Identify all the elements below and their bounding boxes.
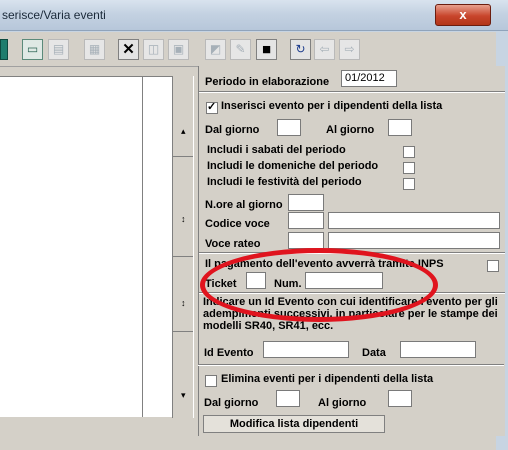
includi-sabati-label: Includi i sabati del periodo — [207, 144, 346, 156]
arrow-down-icon[interactable]: ▾ — [181, 390, 186, 401]
num-field[interactable] — [305, 272, 383, 289]
copy-icon[interactable]: ▤ — [48, 39, 69, 60]
title-bar: serisce/Varia eventi x — [0, 0, 508, 31]
id-evento-label: Id Evento — [204, 347, 254, 359]
grid-icon[interactable]: ▦ — [84, 39, 105, 60]
print-icon[interactable]: ▣ — [168, 39, 189, 60]
dal-giorno2-field[interactable] — [276, 390, 300, 407]
codice-voce-label: Codice voce — [205, 218, 270, 230]
ticket-label: Ticket — [205, 278, 237, 290]
pagamento-label: Il pagamento dell'evento avverrà tramite… — [205, 258, 444, 270]
al-giorno-field[interactable] — [388, 119, 412, 136]
save-green-icon[interactable] — [0, 39, 8, 60]
window-title: serisce/Varia eventi — [2, 8, 106, 22]
edit-icon[interactable]: ✎ — [230, 39, 251, 60]
close-button[interactable]: x — [435, 4, 491, 26]
refresh-icon[interactable]: ↻ — [290, 39, 311, 60]
splitter-divider — [173, 331, 193, 332]
delete-icon[interactable]: ✕ — [118, 39, 139, 60]
divider — [199, 92, 505, 93]
elimina-checkbox[interactable] — [205, 375, 217, 387]
monitor-icon[interactable]: ▭ — [22, 39, 43, 60]
voce-rateo-field[interactable] — [288, 232, 324, 249]
data-field[interactable] — [400, 341, 476, 358]
al-giorno2-label: Al giorno — [318, 397, 367, 409]
arrow-up-icon[interactable]: ▴ — [181, 126, 186, 137]
divider — [199, 253, 505, 254]
dal-giorno2-label: Dal giorno — [204, 397, 259, 409]
dal-giorno-field[interactable] — [277, 119, 301, 136]
toolbar: ▭ ▤ ▦ ✕ ◫ ▣ ◩ ✎ ■ ↻ ⇦ ⇨ — [0, 32, 496, 67]
data-label: Data — [362, 347, 386, 359]
chart-icon[interactable]: ◩ — [205, 39, 226, 60]
splitter-divider — [173, 256, 193, 257]
arrow-up-down-icon[interactable]: ↕ — [181, 298, 186, 308]
id-evento-note: Indicare un Id Evento con cui identifica… — [203, 296, 498, 332]
inserisci-label: Inserisci evento per i dipendenti della … — [221, 100, 443, 112]
includi-domeniche-label: Includi le domeniche del periodo — [207, 160, 379, 172]
modifica-lista-button[interactable]: Modifica lista dipendenti — [203, 415, 385, 433]
codice-voce-field[interactable] — [288, 212, 324, 229]
periodo-label: Periodo in elaborazione — [205, 76, 330, 88]
elimina-label: Elimina eventi per i dipendenti della li… — [221, 373, 434, 385]
voce-rateo-label: Voce rateo — [205, 238, 261, 250]
nore-field[interactable] — [288, 194, 324, 211]
splitter-bar[interactable]: ▴ ↕ ↕ ▾ — [172, 76, 194, 418]
periodo-field[interactable]: 01/2012 — [341, 70, 397, 87]
al-giorno2-field[interactable] — [388, 390, 412, 407]
forward-icon[interactable]: ⇨ — [339, 39, 360, 60]
preview-icon[interactable]: ◫ — [143, 39, 164, 60]
back-icon[interactable]: ⇦ — [314, 39, 335, 60]
pagamento-checkbox[interactable] — [487, 260, 499, 272]
nore-label: N.ore al giorno — [205, 199, 283, 211]
inserisci-checkbox[interactable] — [206, 100, 218, 114]
dal-giorno-label: Dal giorno — [205, 124, 260, 136]
voce-rateo-description-field[interactable] — [328, 232, 500, 249]
codice-voce-description-field[interactable] — [328, 212, 500, 229]
disk-icon[interactable]: ■ — [256, 39, 277, 60]
includi-domeniche-checkbox[interactable] — [403, 162, 415, 174]
arrow-up-down-icon[interactable]: ↕ — [181, 214, 186, 224]
employee-list-column — [142, 76, 173, 417]
includi-festivita-label: Includi le festività del periodo — [207, 176, 362, 188]
divider — [198, 365, 504, 366]
num-label: Num. — [274, 278, 302, 290]
id-evento-field[interactable] — [263, 341, 349, 358]
includi-festivita-checkbox[interactable] — [403, 178, 415, 190]
includi-sabati-checkbox[interactable] — [403, 146, 415, 158]
al-giorno-label: Al giorno — [326, 124, 375, 136]
divider — [199, 293, 505, 294]
ticket-field[interactable] — [246, 272, 266, 289]
splitter-divider — [173, 156, 193, 157]
